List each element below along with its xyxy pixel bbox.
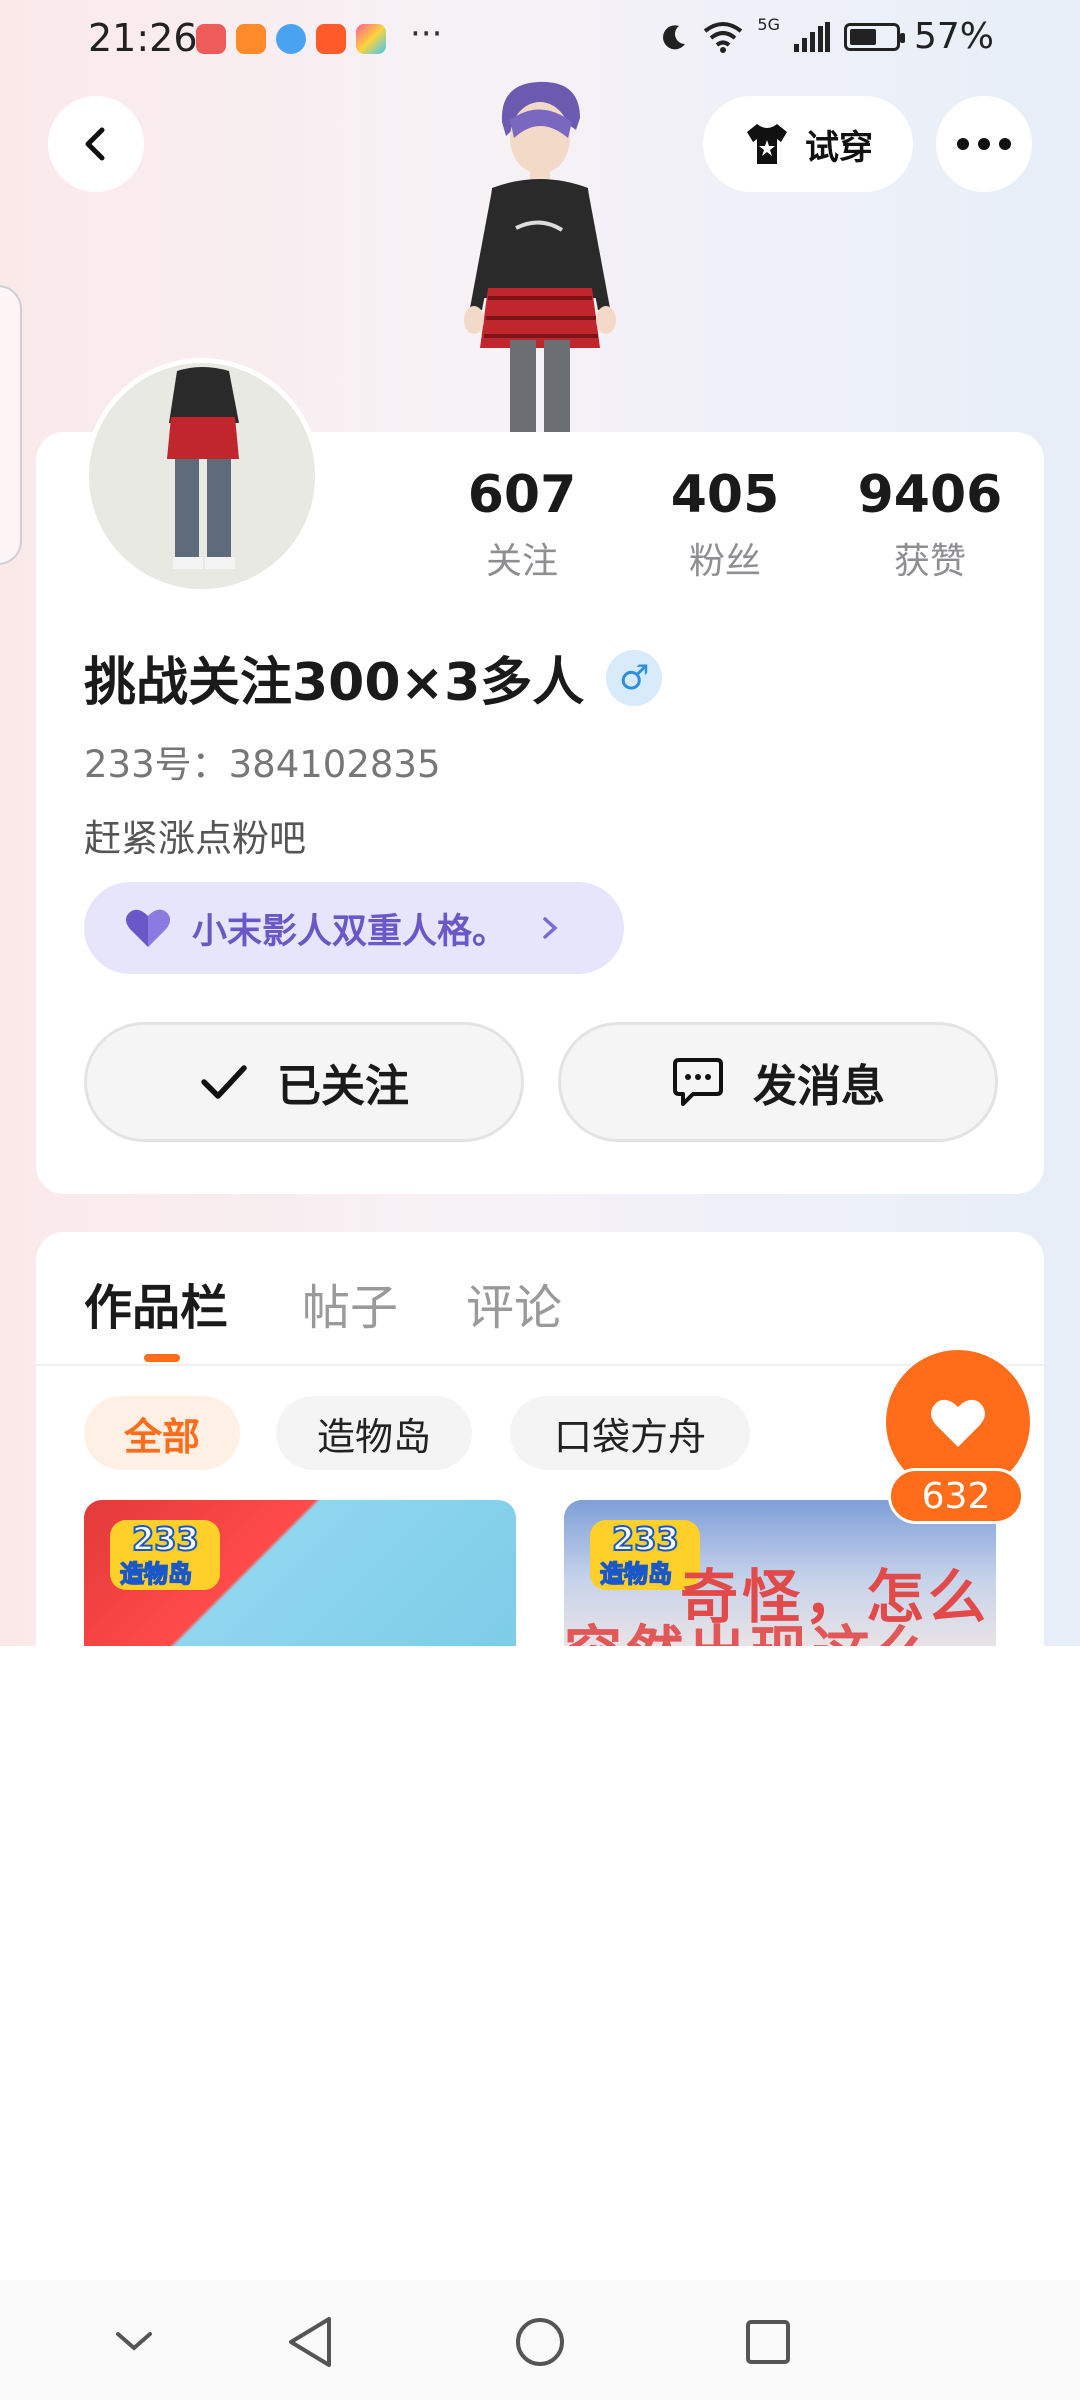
logo-text-zaowudao: 造物岛 [599,1559,673,1589]
username-row: 挑战关注300×3多人 ♂ [84,640,663,715]
thumbnail-caption-line2: 突然出现这么 [564,1606,936,1646]
system-navigation-bar [0,2280,1080,2400]
stat-following[interactable]: 607 关注 [422,464,622,584]
tab-works[interactable]: 作品栏 [84,1268,228,1338]
chevron-down-icon [116,2332,152,2351]
avatar[interactable] [84,358,320,594]
stat-following-label: 关注 [485,541,558,582]
app-notification-icon [236,24,266,54]
stat-followers[interactable]: 405 粉丝 [625,464,825,584]
app-notification-icon [196,24,226,54]
side-drawer-handle[interactable] [0,285,22,565]
signal-icon [793,21,830,52]
avatar-3d-figure[interactable] [430,78,650,438]
try-on-label: 试穿 [805,127,873,168]
notification-icons [196,24,386,54]
user-bio: 赶紧涨点粉吧 [84,817,306,860]
stat-likes-count: 9406 [857,465,1003,525]
avatar-image [89,363,315,589]
tab-divider [36,1364,1044,1366]
nav-recents-button[interactable] [736,2310,800,2374]
filter-chip-zaowudao[interactable]: 造物岛 [276,1396,472,1470]
send-message-button[interactable]: 发消息 [558,1022,998,1142]
chevron-right-icon [543,917,558,939]
square-recents-icon [746,2320,790,2364]
battery-icon [843,22,905,51]
status-bar: 21:26 ··· 5G 57% [0,0,1080,80]
tab-posts[interactable]: 帖子 [302,1268,398,1338]
network-type: 5G [757,15,780,34]
stat-likes-label: 获赞 [893,541,966,582]
app-notification-icon [316,24,346,54]
more-options-button[interactable] [936,96,1032,192]
active-tab-indicator [144,1354,180,1362]
stat-likes[interactable]: 9406 获赞 [830,464,1030,584]
gender-male-icon: ♂ [606,649,663,706]
work-thumbnail[interactable]: 233 造物岛 [84,1500,516,1646]
battery-level: 57% [913,16,994,57]
more-notifications-icon: ··· [410,14,443,54]
zaowudao-logo: 233 造物岛 [110,1519,220,1590]
heart-icon [126,909,170,947]
moon-icon [663,24,686,49]
stat-following-count: 607 [467,465,577,525]
persona-tag[interactable]: 小末影人双重人格。 [84,882,624,974]
send-message-label: 发消息 [753,1061,885,1112]
shirt-icon [747,124,787,164]
logo-text-233: 233 [611,1519,680,1559]
filter-chip-pocket-ark[interactable]: 口袋方舟 [510,1396,750,1470]
persona-text: 小末影人双重人格。 [192,911,508,952]
tab-comments[interactable]: 评论 [466,1268,562,1338]
followed-label: 已关注 [277,1061,409,1112]
stat-followers-label: 粉丝 [688,541,761,582]
like-count-badge: 632 [888,1468,1024,1524]
check-icon [201,1065,247,1099]
stat-followers-count: 405 [670,465,780,525]
chevron-left-icon [85,127,105,161]
chat-bubble-icon [673,1058,723,1106]
more-dots-icon [957,138,1011,150]
status-right: 5G 57% [659,15,994,57]
back-button[interactable] [48,96,144,192]
followed-button[interactable]: 已关注 [84,1022,524,1142]
try-on-button[interactable]: 试穿 [703,96,913,192]
logo-text-zaowudao: 造物岛 [119,1559,193,1589]
app-notification-icon [276,24,306,54]
circle-home-icon [516,2318,564,2366]
nav-home-button[interactable] [508,2310,572,2374]
nav-back-button[interactable] [278,2310,342,2374]
logo-text-233: 233 [131,1519,200,1559]
user-id[interactable]: 233号：384102835 [84,734,441,788]
triangle-back-icon [289,2317,331,2367]
app-notification-icon [356,24,386,54]
wifi-icon [704,21,743,53]
filter-chip-all[interactable]: 全部 [84,1396,240,1470]
username: 挑战关注300×3多人 [84,653,585,713]
heart-icon [931,1399,985,1447]
status-time: 21:26 [88,16,198,60]
nav-hide-button[interactable] [102,2310,166,2374]
